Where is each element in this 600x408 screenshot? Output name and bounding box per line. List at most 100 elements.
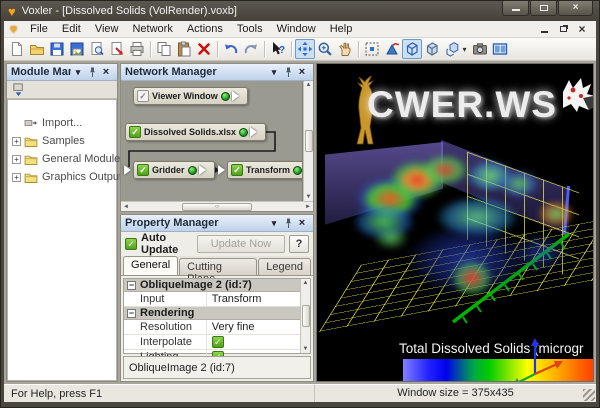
redo-button[interactable] (241, 39, 261, 59)
property-value[interactable]: Transform (207, 293, 300, 305)
view-wireframe-button[interactable] (402, 39, 422, 59)
undo-button[interactable] (221, 39, 241, 59)
open-file-button[interactable] (27, 39, 47, 59)
menu-tools[interactable]: Tools (230, 22, 270, 36)
menu-edit[interactable]: Edit (55, 22, 88, 36)
mdi-minimize-button[interactable] (538, 24, 550, 34)
node-gridder[interactable]: ✓ Gridder (133, 161, 215, 179)
add-module-button[interactable] (9, 82, 27, 98)
scroll-up-icon[interactable]: ▲ (306, 82, 312, 88)
network-manager-close-button[interactable]: × (295, 66, 309, 79)
mdi-close-button[interactable]: × (576, 24, 588, 34)
paste-button[interactable] (174, 39, 194, 59)
collapse-icon[interactable]: − (127, 309, 136, 318)
node-viewer-window[interactable]: ✓ Viewer Window (133, 87, 248, 105)
menu-file[interactable]: File (23, 22, 55, 36)
network-manager-title: Network Manager (125, 66, 267, 78)
tab-legend[interactable]: Legend (258, 258, 311, 275)
resize-grip[interactable] (583, 389, 595, 401)
scroll-down-icon[interactable]: ▼ (303, 346, 309, 352)
property-manager-close-button[interactable]: × (295, 217, 309, 230)
view-solid-button[interactable] (422, 39, 442, 59)
property-value[interactable]: Very fine (207, 321, 300, 333)
property-row-resolution[interactable]: Resolution Very fine (124, 320, 300, 335)
menu-window[interactable]: Window (270, 22, 323, 36)
section-obliqueimage[interactable]: − ObliqueImage 2 (id:7) (124, 279, 300, 292)
interpolate-checkbox[interactable]: ✓ (212, 336, 224, 348)
network-manager-pin-button[interactable] (281, 66, 295, 79)
export-button[interactable] (107, 39, 127, 59)
scroll-thumb[interactable] (302, 305, 310, 327)
tree-item-graphics-output[interactable]: + Graphics Output (12, 168, 114, 186)
print-preview-button[interactable] (87, 39, 107, 59)
scroll-up-icon[interactable]: ▲ (303, 280, 309, 286)
help-button[interactable]: ? (289, 235, 309, 253)
print-button[interactable] (127, 39, 147, 59)
trackball-button[interactable] (295, 39, 315, 59)
module-manager-close-button[interactable]: × (99, 66, 113, 79)
module-manager-menu-button[interactable]: ▾ (71, 66, 85, 79)
minimize-button[interactable] (502, 1, 529, 16)
reset-view-button[interactable] (382, 39, 402, 59)
section-rendering[interactable]: − Rendering (124, 307, 300, 320)
property-row-interpolate[interactable]: Interpolate ✓ (124, 335, 300, 350)
tree-item-samples[interactable]: + Samples (12, 132, 114, 150)
scroll-right-icon[interactable]: ► (305, 204, 311, 210)
pan-hand-button[interactable] (335, 39, 355, 59)
section-label: Rendering (140, 307, 194, 319)
node-dissolved-solids[interactable]: ✓ Dissolved Solids.xlsx (125, 123, 266, 141)
viewer-3d[interactable]: CWER.WS (316, 63, 594, 382)
scroll-thumb[interactable]: ‹› (182, 203, 252, 211)
network-vertical-scrollbar[interactable]: ▲ ▼ (303, 81, 313, 201)
expand-icon[interactable]: + (12, 173, 21, 182)
node-checkbox[interactable]: ✓ (129, 126, 141, 138)
menu-help[interactable]: Help (323, 22, 360, 36)
view-presets-button[interactable]: ▾ (442, 39, 470, 59)
network-manager-menu-button[interactable]: ▾ (267, 66, 281, 79)
module-manager-titlebar[interactable]: Module Mana... ▾ × (7, 64, 117, 81)
fit-to-window-button[interactable] (362, 39, 382, 59)
snapshot-button[interactable] (470, 39, 490, 59)
viewer-layout-button[interactable] (490, 39, 510, 59)
expand-icon[interactable]: + (12, 137, 21, 146)
node-transform[interactable]: ✓ Transform (227, 161, 303, 179)
copy-button[interactable] (154, 39, 174, 59)
node-checkbox[interactable]: ✓ (231, 164, 243, 176)
network-manager-titlebar[interactable]: Network Manager ▾ × (121, 64, 313, 81)
property-manager-pin-button[interactable] (281, 217, 295, 230)
auto-update-checkbox[interactable]: ✓ (125, 238, 137, 250)
tree-item-general-modules[interactable]: + General Modules (12, 150, 114, 168)
scroll-left-icon[interactable]: ◄ (123, 204, 129, 210)
maximize-button[interactable] (530, 1, 557, 16)
scroll-thumb[interactable] (305, 130, 313, 152)
voxler-logo-icon: ♥ (8, 5, 16, 18)
save-button[interactable] (47, 39, 67, 59)
network-horizontal-scrollbar[interactable]: ◄ ‹› ► (121, 201, 313, 211)
close-button[interactable]: × (558, 1, 593, 16)
node-checkbox[interactable]: ✓ (137, 90, 149, 102)
property-manager-titlebar[interactable]: Property Manager ▾ × (121, 215, 313, 232)
property-vertical-scrollbar[interactable]: ▲ ▼ (300, 279, 310, 353)
menu-actions[interactable]: Actions (180, 22, 230, 36)
save-image-button[interactable] (67, 39, 87, 59)
collapse-icon[interactable]: − (127, 281, 136, 290)
menu-view[interactable]: View (88, 22, 126, 36)
property-row-input[interactable]: Input Transform (124, 292, 300, 307)
zoom-button[interactable] (315, 39, 335, 59)
network-canvas[interactable]: ✓ Viewer Window ✓ Dissolved Solids.xlsx (121, 81, 303, 201)
tab-general[interactable]: General (123, 256, 178, 275)
menu-network[interactable]: Network (125, 22, 179, 36)
property-manager-menu-button[interactable]: ▾ (267, 217, 281, 230)
scroll-down-icon[interactable]: ▼ (306, 194, 312, 200)
node-checkbox[interactable]: ✓ (137, 164, 149, 176)
new-file-button[interactable] (7, 39, 27, 59)
tree-item-import[interactable]: Import... (12, 114, 114, 132)
update-now-button[interactable]: Update Now (197, 235, 285, 253)
tab-cutting-plane[interactable]: Cutting Plane (179, 258, 257, 275)
help-pointer-button[interactable]: ? (268, 39, 288, 59)
expand-icon[interactable]: + (12, 155, 21, 164)
module-manager-pin-button[interactable] (85, 66, 99, 79)
delete-button[interactable] (194, 39, 214, 59)
node-status-icon (221, 92, 230, 101)
mdi-restore-button[interactable] (557, 24, 569, 34)
